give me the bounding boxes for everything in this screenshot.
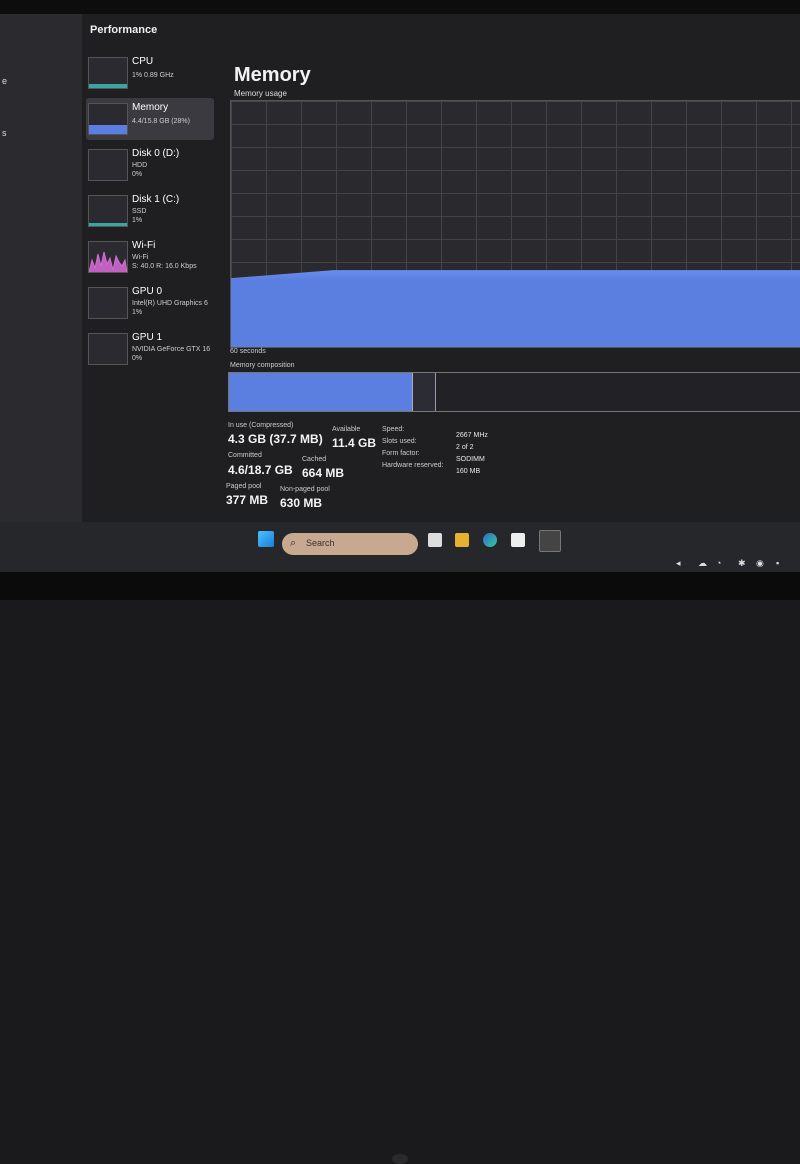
edge-icon[interactable] [483,533,497,547]
form-factor-label: Form factor: [382,450,420,457]
paged-pool-label: Paged pool [226,483,262,490]
perf-item-name: Wi-Fi [132,240,156,251]
monitor-bezel-bottom [0,572,800,1164]
disk1-graph-fill [89,223,127,226]
bluetooth-icon[interactable]: ✱ [738,558,746,569]
nonpaged-pool-value: 630 MB [280,496,323,510]
perf-item-detail: 0% [132,171,143,178]
perf-item-name: GPU 0 [132,286,163,297]
perf-item-name: CPU [132,56,154,67]
network-icon[interactable]: ◔ [716,558,721,568]
perf-item-detail: SSD [132,208,147,215]
perf-item-detail: Wi-Fi [132,254,149,261]
in-use-label: In use (Compressed) [228,422,294,429]
tray-icon[interactable]: ◉ [756,558,764,569]
composition-modified [413,373,436,411]
slots-label: Slots used: [382,438,417,445]
memory-graph-fill [89,125,127,134]
hardware-reserved-label: Hardware reserved: [382,462,444,469]
nav-item-label[interactable]: e [2,76,7,86]
speed-label: Speed: [382,426,405,433]
page-title: Performance [90,24,158,36]
file-explorer-icon[interactable] [455,533,469,547]
perf-item-detail: 1% 0.89 GHz [132,72,174,79]
in-use-value: 4.3 GB (37.7 MB) [228,432,323,446]
perf-item-detail: S: 40.0 R: 16.0 Kbps [132,263,197,270]
perf-item-name: Memory [132,102,169,113]
committed-value: 4.6/18.7 GB [228,463,293,477]
disk1-thumbnail [88,195,128,227]
memory-usage-label: Memory usage [234,89,287,98]
slots-value: 2 of 2 [456,444,474,451]
nonpaged-pool-label: Non-paged pool [280,486,330,493]
perf-item-wifi[interactable]: Wi-Fi Wi-Fi S: 40.0 R: 16.0 Kbps [86,236,214,278]
perf-item-disk1[interactable]: Disk 1 (C:) SSD 1% [86,190,214,232]
perf-item-detail: 4.4/15.8 GB (28%) [132,118,190,125]
search-icon: ⌕ [290,537,297,549]
perf-item-detail: 1% [132,217,143,224]
memory-composition-bar [228,372,800,412]
task-manager-icon[interactable] [539,530,561,552]
cached-value: 664 MB [302,466,345,480]
cpu-graph-fill [89,84,127,88]
form-factor-value: SODIMM [456,456,485,463]
taskbar: ⌕ Search ◂ ☁ ◔ ✱ ◉ ▪ [0,522,800,572]
cached-label: Cached [302,456,327,463]
tray-icon[interactable]: ▪ [776,558,779,568]
perf-item-name: GPU 1 [132,332,163,343]
nav-item-label[interactable]: s [2,128,7,138]
wifi-thumbnail [88,241,128,273]
perf-item-name: Disk 0 (D:) [132,148,180,159]
cpu-thumbnail [88,57,128,89]
perf-item-gpu0[interactable]: GPU 0 Intel(R) UHD Graphics 6 1% [86,282,214,324]
perf-item-gpu1[interactable]: GPU 1 NVIDIA GeForce GTX 16 0% [86,328,214,370]
task-view-icon[interactable] [428,533,442,547]
perf-item-cpu[interactable]: CPU 1% 0.89 GHz [86,52,214,94]
available-label: Available [332,426,361,433]
paged-pool-value: 377 MB [226,493,269,507]
available-value: 11.4 GB [332,436,377,450]
section-title: Memory [234,64,311,86]
perf-item-name: Disk 1 (C:) [132,194,180,205]
disk0-thumbnail [88,149,128,181]
perf-item-detail: HDD [132,162,148,169]
gpu0-thumbnail [88,287,128,319]
composition-in-use [229,373,413,411]
perf-item-detail: 1% [132,309,143,316]
memory-composition-label: Memory composition [230,362,295,369]
wifi-graph [89,251,127,272]
hp-logo-icon [392,1154,408,1164]
speed-value: 2667 MHz [456,432,488,439]
memory-usage-area-edge [231,270,800,281]
start-icon[interactable] [258,531,274,547]
perf-item-memory[interactable]: Memory 4.4/15.8 GB (28%) [86,98,214,140]
hardware-reserved-value: 160 MB [456,468,481,475]
time-span-label: 60 seconds [230,348,266,355]
memory-usage-graph [230,100,800,348]
task-manager-window: Performance CPU 1% 0.89 GHz Memory 4.4/1… [82,14,800,522]
chevron-up-icon[interactable]: ◂ [676,558,681,569]
perf-item-detail: NVIDIA GeForce GTX 16 [132,346,211,353]
cloud-icon[interactable]: ☁ [698,558,707,569]
monitor-bezel-top [0,0,800,14]
left-navigation: e s [0,14,82,522]
memory-usage-area [231,270,800,347]
search-placeholder: Search [306,538,335,548]
memory-thumbnail [88,103,128,135]
committed-label: Committed [228,452,262,459]
perf-item-disk0[interactable]: Disk 0 (D:) HDD 0% [86,144,214,186]
search-box[interactable]: ⌕ Search [282,533,418,555]
perf-item-detail: Intel(R) UHD Graphics 6 [132,300,208,307]
store-icon[interactable] [511,533,525,547]
perf-item-detail: 0% [132,355,143,362]
gpu1-thumbnail [88,333,128,365]
